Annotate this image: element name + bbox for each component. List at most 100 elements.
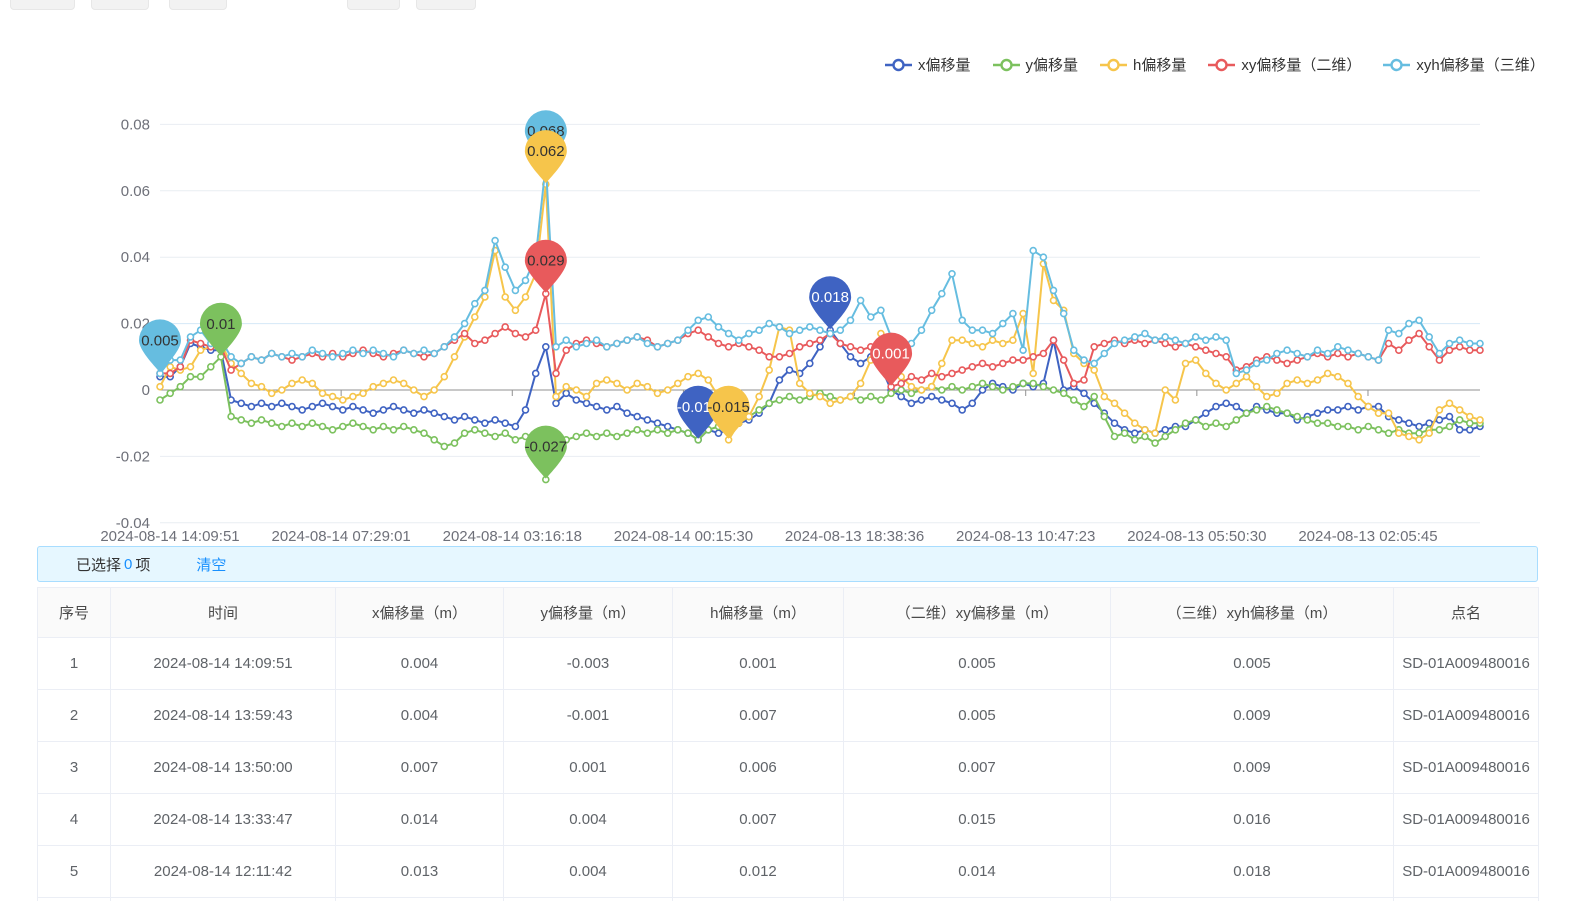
data-point bbox=[949, 271, 955, 277]
table-header-cell[interactable]: 时间 bbox=[111, 588, 336, 638]
data-point bbox=[309, 404, 315, 410]
data-point bbox=[1274, 357, 1280, 363]
data-point bbox=[1274, 390, 1280, 396]
data-point bbox=[1436, 417, 1442, 423]
x-axis-label: 2024-08-14 03:16:18 bbox=[443, 528, 582, 545]
data-point bbox=[594, 434, 600, 440]
data-point bbox=[482, 294, 488, 300]
data-point bbox=[1040, 384, 1046, 390]
table-header-cell[interactable]: h偏移量（m） bbox=[673, 588, 844, 638]
table-cell: 0.007 bbox=[673, 794, 844, 846]
data-point bbox=[695, 327, 701, 333]
table-row[interactable]: 42024-08-14 13:33:470.0140.0040.0070.015… bbox=[38, 794, 1539, 846]
data-point bbox=[1457, 427, 1463, 433]
table-row[interactable]: 22024-08-14 13:59:430.004-0.0010.0070.00… bbox=[38, 690, 1539, 742]
table-header-cell[interactable]: 序号 bbox=[38, 588, 111, 638]
data-point bbox=[665, 430, 671, 436]
table-cell: 2024-08-14 13:59:43 bbox=[111, 690, 336, 742]
data-point bbox=[523, 294, 529, 300]
data-point bbox=[969, 364, 975, 370]
data-point bbox=[238, 360, 244, 366]
table-cell: SD-01A009480016 bbox=[1394, 794, 1539, 846]
data-point bbox=[462, 331, 468, 337]
data-point bbox=[1386, 430, 1392, 436]
data-point bbox=[1345, 424, 1351, 430]
data-point bbox=[1244, 374, 1250, 380]
data-point bbox=[1152, 430, 1158, 436]
table-row[interactable]: 12024-08-14 14:09:510.004-0.0030.0010.00… bbox=[38, 638, 1539, 690]
data-point bbox=[452, 354, 458, 360]
displacement-chart[interactable]: 0.080.060.040.020-0.02-0.042024-08-14 14… bbox=[0, 0, 1587, 548]
data-point bbox=[1061, 311, 1067, 317]
data-point bbox=[563, 390, 569, 396]
table-cell: 3 bbox=[38, 742, 111, 794]
table-header-cell[interactable]: x偏移量（m） bbox=[336, 588, 504, 638]
data-point bbox=[1172, 427, 1178, 433]
data-point bbox=[1447, 400, 1453, 406]
data-point bbox=[584, 400, 590, 406]
data-point bbox=[1051, 287, 1057, 293]
data-point bbox=[919, 327, 925, 333]
data-point bbox=[1203, 424, 1209, 430]
data-point bbox=[401, 380, 407, 386]
data-point bbox=[401, 347, 407, 353]
data-point bbox=[1101, 351, 1107, 357]
table-header-cell[interactable]: 点名 bbox=[1394, 588, 1539, 638]
data-point bbox=[1101, 414, 1107, 420]
table-cell: 0.016 bbox=[1111, 794, 1394, 846]
table-cell: 0.014 bbox=[336, 794, 504, 846]
table-cell: 0.005 bbox=[844, 690, 1111, 742]
data-point bbox=[908, 400, 914, 406]
table-cell: -0.003 bbox=[504, 638, 673, 690]
data-point bbox=[1325, 370, 1331, 376]
data-point bbox=[1172, 337, 1178, 343]
table-row[interactable]: 52024-08-14 12:11:420.0130.0040.0120.014… bbox=[38, 846, 1539, 898]
data-point bbox=[462, 321, 468, 327]
data-point bbox=[248, 354, 254, 360]
data-point bbox=[756, 327, 762, 333]
data-point bbox=[1112, 434, 1118, 440]
data-point bbox=[1223, 354, 1229, 360]
data-point bbox=[462, 430, 468, 436]
table-header-cell[interactable]: y偏移量（m） bbox=[504, 588, 673, 638]
data-point bbox=[1284, 347, 1290, 353]
chart-pin: 0.005 bbox=[139, 319, 181, 372]
data-point bbox=[1051, 387, 1057, 393]
selected-count: 0 bbox=[124, 556, 132, 573]
table-row-partial[interactable] bbox=[38, 898, 1539, 901]
data-point bbox=[848, 394, 854, 400]
chart-svg[interactable]: 0.080.060.040.020-0.02-0.042024-08-14 14… bbox=[0, 0, 1587, 548]
data-point bbox=[1152, 440, 1158, 446]
table-header-cell[interactable]: （二维）xy偏移量（m） bbox=[844, 588, 1111, 638]
data-point bbox=[827, 394, 833, 400]
table-header-cell[interactable]: （三维）xyh偏移量（m） bbox=[1111, 588, 1394, 638]
table-cell: 0.014 bbox=[844, 846, 1111, 898]
data-point bbox=[1426, 344, 1432, 350]
clear-selection-link[interactable]: 清空 bbox=[196, 554, 226, 575]
y-axis-label: 0.08 bbox=[121, 116, 150, 133]
table-row[interactable]: 32024-08-14 13:50:000.0070.0010.0060.007… bbox=[38, 742, 1539, 794]
data-point bbox=[919, 397, 925, 403]
data-point bbox=[482, 287, 488, 293]
data-point bbox=[980, 360, 986, 366]
data-point bbox=[990, 331, 996, 337]
data-point bbox=[1142, 427, 1148, 433]
data-point bbox=[848, 354, 854, 360]
table-cell: 0.004 bbox=[504, 846, 673, 898]
data-point bbox=[1467, 420, 1473, 426]
series-y-offset[interactable] bbox=[157, 354, 1483, 483]
data-point bbox=[350, 394, 356, 400]
data-point bbox=[512, 287, 518, 293]
data-point bbox=[320, 351, 326, 357]
data-point bbox=[228, 367, 234, 373]
data-point bbox=[543, 344, 549, 350]
data-point bbox=[726, 344, 732, 350]
data-point bbox=[228, 414, 234, 420]
data-point bbox=[817, 327, 823, 333]
data-point bbox=[167, 390, 173, 396]
table-cell: 0.018 bbox=[1111, 846, 1394, 898]
data-point bbox=[929, 307, 935, 313]
x-axis-label: 2024-08-14 07:29:01 bbox=[271, 528, 410, 545]
data-point bbox=[1193, 357, 1199, 363]
x-axis-label: 2024-08-14 00:15:30 bbox=[614, 528, 753, 545]
